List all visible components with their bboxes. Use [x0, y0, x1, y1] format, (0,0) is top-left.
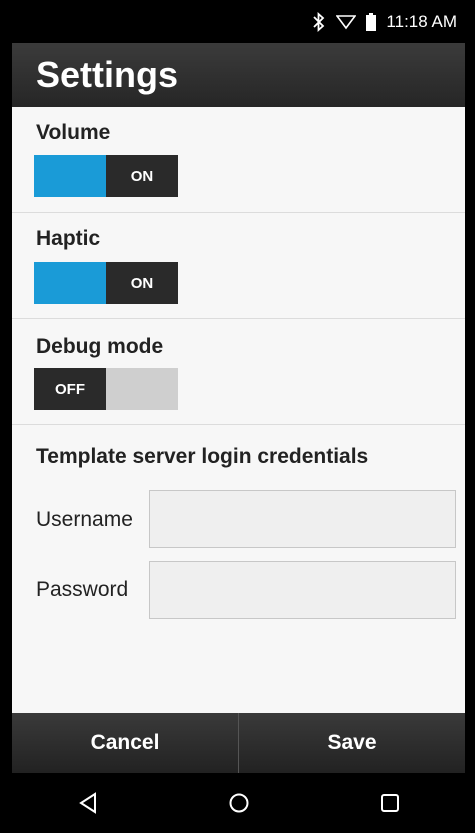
toggle-state: ON: [106, 262, 178, 304]
system-nav-bar: [12, 773, 465, 833]
toggle-state: ON: [106, 155, 178, 197]
battery-icon: [366, 12, 377, 31]
toggle-accent: [34, 155, 106, 197]
toggle-state: OFF: [34, 368, 106, 410]
debug-label: Debug mode: [36, 335, 164, 358]
home-icon[interactable]: [209, 778, 269, 828]
username-field[interactable]: [149, 490, 456, 548]
password-field[interactable]: [149, 561, 456, 619]
cancel-button[interactable]: Cancel: [12, 713, 238, 773]
app-bar: Settings: [12, 43, 465, 107]
credentials-title: Template server login credentials: [36, 445, 369, 468]
toggle-off-track: [106, 368, 178, 410]
debug-toggle[interactable]: OFF: [34, 368, 178, 410]
toggle-accent: [34, 262, 106, 304]
app-frame: 11:18 AM Settings Volume ON Haptic ON De…: [12, 0, 465, 833]
volume-section: Volume ON: [12, 107, 465, 213]
haptic-label: Haptic: [36, 227, 101, 250]
action-bar: Cancel Save: [12, 713, 465, 773]
username-label: Username: [36, 508, 133, 531]
bluetooth-icon: [312, 11, 326, 32]
status-time: 11:18 AM: [386, 11, 457, 31]
haptic-toggle[interactable]: ON: [34, 262, 178, 304]
password-label: Password: [36, 578, 129, 601]
haptic-section: Haptic ON: [12, 213, 465, 319]
back-icon[interactable]: [58, 778, 118, 828]
status-bar: 11:18 AM: [12, 0, 465, 43]
volume-toggle[interactable]: ON: [34, 155, 178, 197]
page-title: Settings: [36, 54, 179, 95]
volume-label: Volume: [36, 121, 111, 144]
wifi-icon: [336, 14, 357, 30]
debug-section: Debug mode OFF: [12, 319, 465, 425]
recents-icon[interactable]: [360, 778, 420, 828]
save-button[interactable]: Save: [238, 713, 465, 773]
